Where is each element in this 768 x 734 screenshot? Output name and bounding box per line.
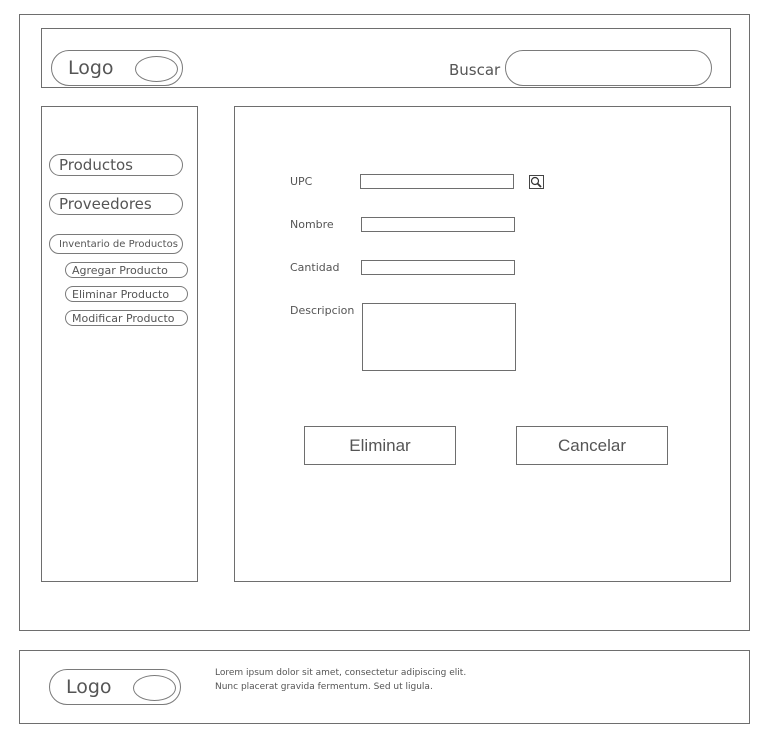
search-label: Buscar: [449, 61, 501, 79]
search-input[interactable]: [505, 50, 712, 86]
upc-input[interactable]: [360, 174, 514, 189]
footer-logo-text: Logo: [66, 676, 112, 698]
delete-button[interactable]: Eliminar: [304, 426, 456, 465]
header-logo-text: Logo: [68, 57, 114, 79]
sidebar-subitem-agregar[interactable]: Agregar Producto: [65, 262, 188, 278]
footer-text-line1: Lorem ipsum dolor sit amet, consectetur …: [215, 668, 467, 678]
header-logo-mark: [135, 56, 178, 82]
descripcion-textarea[interactable]: [362, 303, 516, 371]
nombre-input[interactable]: [361, 217, 515, 232]
sidebar-item-proveedores[interactable]: Proveedores: [49, 193, 183, 215]
sidebar: [41, 106, 198, 582]
upc-label: UPC: [290, 175, 313, 188]
cancel-button[interactable]: Cancelar: [516, 426, 668, 465]
cantidad-input[interactable]: [361, 260, 515, 275]
sidebar-subitem-eliminar[interactable]: Eliminar Producto: [65, 286, 188, 302]
cantidad-label: Cantidad: [290, 261, 340, 274]
sidebar-item-productos[interactable]: Productos: [49, 154, 183, 176]
nombre-label: Nombre: [290, 218, 334, 231]
sidebar-item-label: Productos: [59, 156, 133, 174]
sidebar-subitem-modificar[interactable]: Modificar Producto: [65, 310, 188, 326]
sidebar-subitem-label: Agregar Producto: [72, 263, 168, 277]
sidebar-subitem-label: Eliminar Producto: [72, 287, 170, 301]
footer-text-line2: Nunc placerat gravida fermentum. Sed ut …: [215, 682, 433, 692]
sidebar-item-label: Inventario de Productos: [59, 238, 178, 250]
descripcion-label: Descripcion: [290, 304, 355, 317]
sidebar-subitem-label: Modificar Producto: [72, 311, 175, 325]
sidebar-item-inventario[interactable]: Inventario de Productos: [49, 234, 183, 254]
footer-logo-mark: [133, 675, 176, 701]
sidebar-item-label: Proveedores: [59, 195, 152, 213]
magnifier-icon[interactable]: [529, 174, 544, 189]
